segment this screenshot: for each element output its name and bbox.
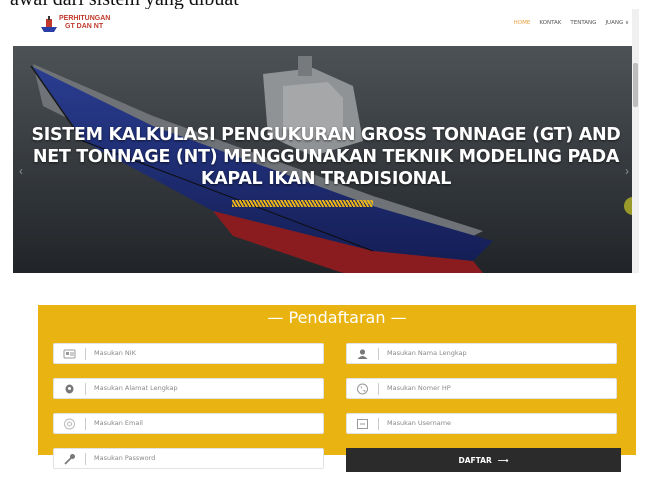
phone-icon	[357, 383, 368, 395]
hero-title: SISTEM KALKULASI PENGUKURAN GROSS TONNAG…	[31, 125, 621, 189]
email-field[interactable]: Masukan Email	[53, 413, 324, 434]
nav-home[interactable]: HOME	[514, 20, 531, 26]
phone-field[interactable]: Masukan Nomer HP	[346, 378, 617, 399]
logo-text: PERHITUNGAN GT DAN NT	[59, 15, 111, 30]
hero-slider: ‹ › SISTEM KALKULASI PENGUKURAN GROSS TO…	[13, 46, 639, 273]
daftar-button[interactable]: DAFTAR ⟶	[346, 448, 621, 472]
password-placeholder: Masukan Password	[94, 454, 156, 462]
phone-placeholder: Masukan Nomer HP	[387, 384, 451, 392]
website-screenshot: PERHITUNGAN GT DAN NT HOME KONTAK TENTAN…	[13, 9, 639, 273]
email-placeholder: Masukan Email	[94, 419, 143, 427]
address-placeholder: Masukan Alamat Lengkap	[94, 384, 178, 392]
nav-tentang[interactable]: TENTANG	[570, 20, 596, 26]
scrollbar-thumb[interactable]	[633, 63, 638, 107]
field-separator	[378, 383, 379, 395]
ship-logo-icon	[41, 16, 57, 32]
field-separator	[85, 383, 86, 395]
full-name-placeholder: Masukan Nama Lengkap	[387, 349, 467, 357]
navbar: PERHITUNGAN GT DAN NT HOME KONTAK TENTAN…	[13, 9, 639, 46]
email-icon	[64, 418, 75, 430]
username-icon	[357, 419, 368, 429]
main-nav: HOME KONTAK TENTANG JUANG ∨	[514, 20, 629, 26]
registration-form: — Pendaftaran — Masukan NIK Masukan Nama…	[38, 305, 636, 472]
full-name-field[interactable]: Masukan Nama Lengkap	[346, 343, 617, 364]
nik-placeholder: Masukan NIK	[94, 349, 136, 357]
password-field[interactable]: Masukan Password	[53, 448, 324, 469]
address-field[interactable]: Masukan Alamat Lengkap	[53, 378, 324, 399]
nav-kontak[interactable]: KONTAK	[539, 20, 561, 26]
daftar-label: DAFTAR	[458, 455, 492, 465]
field-separator	[85, 348, 86, 360]
username-field[interactable]: Masukan Username	[346, 413, 617, 434]
page-scrollbar[interactable]	[632, 9, 639, 273]
username-placeholder: Masukan Username	[387, 419, 452, 427]
field-separator	[378, 348, 379, 360]
hero-title-underline	[232, 200, 373, 207]
nik-field[interactable]: Masukan NIK	[53, 343, 324, 364]
field-separator	[85, 418, 86, 430]
field-separator	[85, 453, 86, 465]
field-separator	[378, 418, 379, 430]
key-icon	[64, 454, 75, 465]
location-icon	[65, 384, 74, 394]
form-title: — Pendaftaran —	[267, 308, 407, 327]
user-icon	[357, 349, 368, 359]
id-card-icon	[63, 349, 76, 359]
arrow-right-icon: ⟶	[497, 455, 509, 465]
site-logo[interactable]: PERHITUNGAN GT DAN NT	[40, 13, 130, 37]
nav-juang-dropdown[interactable]: JUANG ∨	[605, 20, 629, 26]
